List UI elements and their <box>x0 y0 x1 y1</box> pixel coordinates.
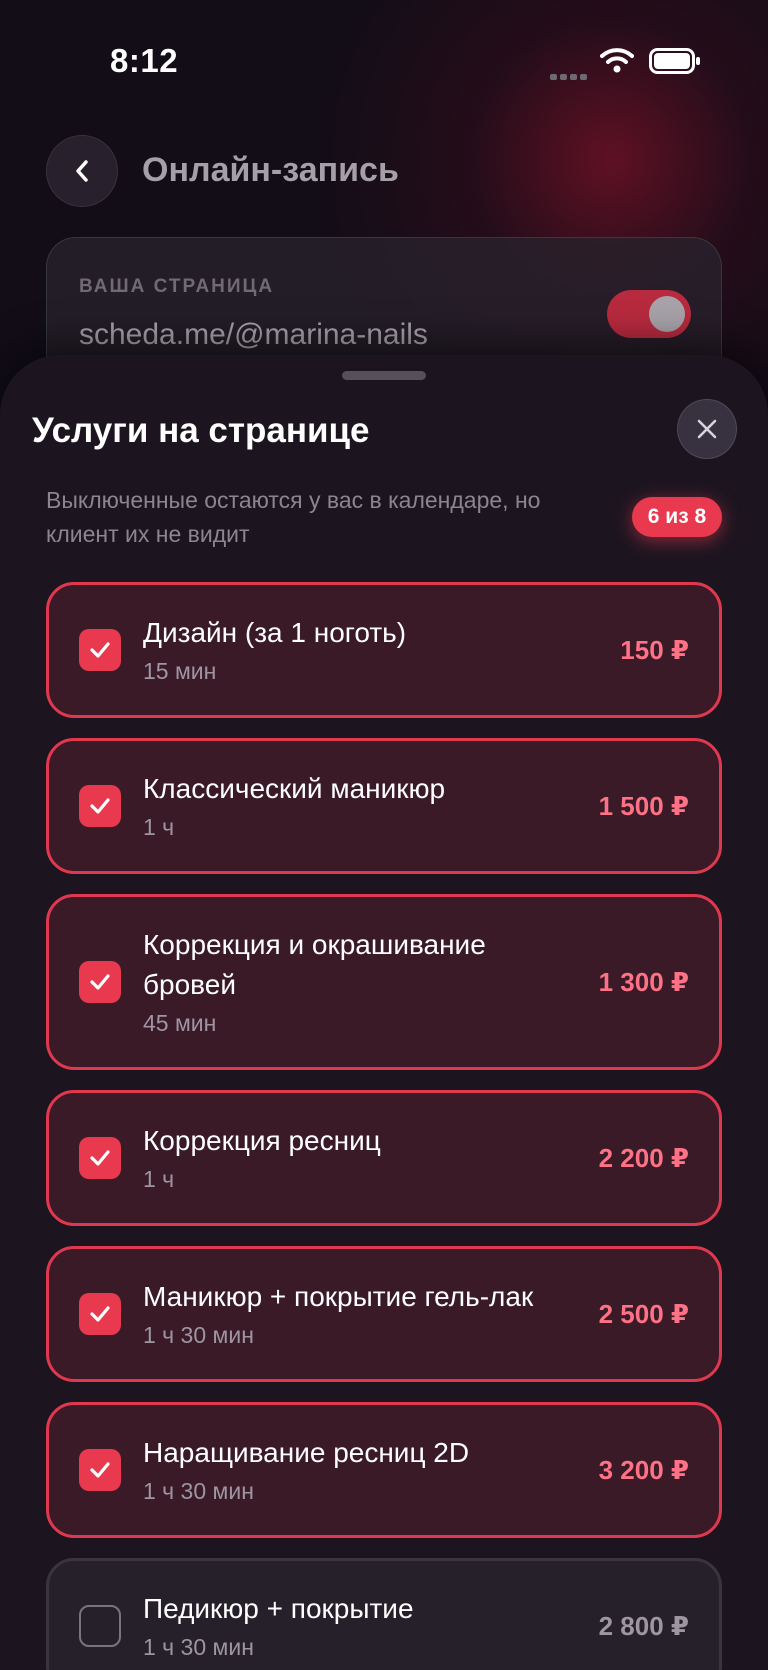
service-texts: Педикюр + покрытие 1 ч 30 мин <box>143 1589 583 1663</box>
service-duration: 1 ч <box>143 1166 175 1192</box>
page-visibility-toggle[interactable] <box>607 290 691 338</box>
service-name: Классический маникюр <box>143 773 446 804</box>
service-checkbox-checked[interactable] <box>79 629 121 671</box>
service-price: 150 ₽ <box>620 634 689 665</box>
service-name: Дизайн (за 1 ноготь) <box>143 617 407 648</box>
service-texts: Коррекция ресниц 1 ч <box>143 1121 583 1195</box>
service-duration: 1 ч 30 мин <box>143 1478 254 1504</box>
service-duration: 1 ч 30 мин <box>143 1322 254 1348</box>
service-name: Коррекция ресниц <box>143 1125 381 1156</box>
checkmark-icon <box>90 642 110 658</box>
service-checkbox-checked[interactable] <box>79 1137 121 1179</box>
service-texts: Классический маникюр 1 ч <box>143 769 583 843</box>
back-button[interactable] <box>46 135 118 207</box>
service-texts: Дизайн (за 1 ноготь) 15 мин <box>143 613 604 687</box>
service-texts: Коррекция и окрашивание бровей 45 мин <box>143 925 583 1039</box>
checkmark-icon <box>90 974 110 990</box>
status-time: 8:12 <box>110 42 179 79</box>
page-title: Онлайн-запись <box>142 151 399 189</box>
close-icon <box>697 419 717 439</box>
service-checkbox-checked[interactable] <box>79 1293 121 1335</box>
service-item[interactable]: Коррекция и окрашивание бровей 45 мин 1 30… <box>46 894 722 1070</box>
chevron-left-icon <box>76 160 88 182</box>
toggle-knob <box>649 296 685 332</box>
service-checkbox-unchecked[interactable] <box>79 1605 121 1647</box>
page-url[interactable]: scheda.me/@marina-nails <box>79 318 428 352</box>
close-button[interactable] <box>677 399 737 459</box>
service-list: Дизайн (за 1 ноготь) 15 мин 150 ₽ Классичес… <box>46 582 722 1670</box>
service-price: 3 200 ₽ <box>598 1454 689 1485</box>
service-name: Коррекция и окрашивание бровей <box>143 929 486 1000</box>
service-item[interactable]: Дизайн (за 1 ноготь) 15 мин 150 ₽ <box>46 582 722 718</box>
service-name: Наращивание ресниц 2D <box>143 1437 470 1468</box>
service-checkbox-checked[interactable] <box>79 1449 121 1491</box>
status-bar: 8:12 <box>0 0 768 120</box>
checkmark-icon <box>90 1306 110 1322</box>
service-price: 2 200 ₽ <box>598 1142 689 1173</box>
service-price: 2 800 ₽ <box>598 1610 689 1641</box>
service-item[interactable]: Маникюр + покрытие гель-лак 1 ч 30 мин 2 5… <box>46 1246 722 1382</box>
sheet-hint: Выключенные остаются у вас в календаре, … <box>46 487 541 547</box>
service-item[interactable]: Наращивание ресниц 2D 1 ч 30 мин 3 200 ₽ <box>46 1402 722 1538</box>
service-texts: Маникюр + покрытие гель-лак 1 ч 30 мин <box>143 1277 583 1351</box>
service-checkbox-checked[interactable] <box>79 785 121 827</box>
service-checkbox-checked[interactable] <box>79 961 121 1003</box>
service-name: Маникюр + покрытие гель-лак <box>143 1281 534 1312</box>
service-texts: Наращивание ресниц 2D 1 ч 30 мин <box>143 1433 583 1507</box>
wifi-icon <box>600 48 634 73</box>
page-card-label: ВАША СТРАНИЦА <box>79 276 275 297</box>
service-duration: 1 ч <box>143 814 175 840</box>
count-badge: 6 из 8 <box>632 497 722 537</box>
battery-icon <box>649 48 700 74</box>
signal-icon <box>550 67 592 80</box>
service-item[interactable]: Коррекция ресниц 1 ч 2 200 ₽ <box>46 1090 722 1226</box>
sheet-drag-handle[interactable] <box>342 371 426 380</box>
checkmark-icon <box>90 1462 110 1478</box>
service-price: 1 500 ₽ <box>598 790 689 821</box>
service-duration: 15 мин <box>143 658 217 684</box>
service-price: 1 300 ₽ <box>598 966 689 997</box>
services-bottom-sheet: Услуги на странице Выключенные остаются … <box>0 355 768 1670</box>
service-duration: 45 мин <box>143 1010 217 1036</box>
service-price: 2 500 ₽ <box>598 1298 689 1329</box>
checkmark-icon <box>90 1150 110 1166</box>
screen: 8:12 Онлайн-запись ВАША СТРАНИЦА scheda.… <box>0 0 768 1670</box>
service-duration: 1 ч 30 мин <box>143 1634 254 1660</box>
checkmark-icon <box>90 798 110 814</box>
sheet-title: Услуги на странице <box>32 411 370 450</box>
service-item[interactable]: Педикюр + покрытие 1 ч 30 мин 2 800 ₽ <box>46 1558 722 1670</box>
service-name: Педикюр + покрытие <box>143 1593 414 1624</box>
service-item[interactable]: Классический маникюр 1 ч 1 500 ₽ <box>46 738 722 874</box>
